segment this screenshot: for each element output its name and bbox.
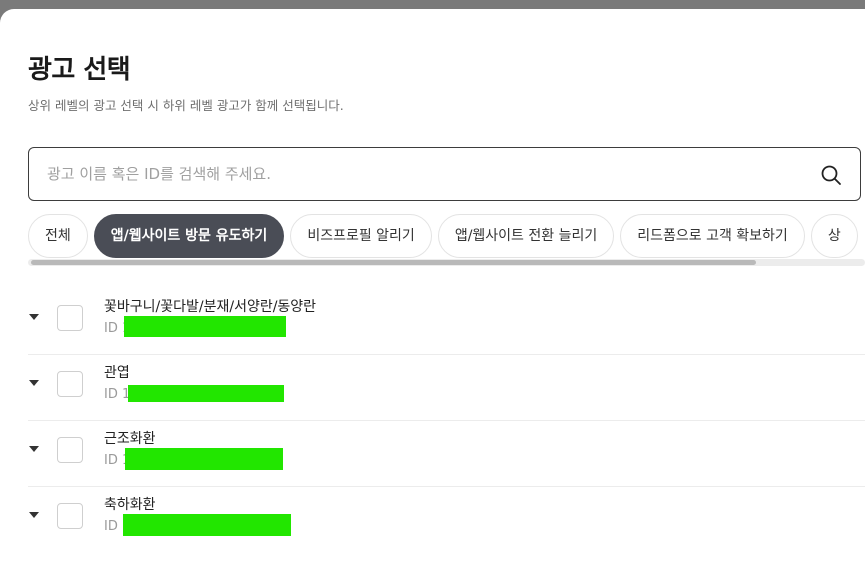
caret-down-icon[interactable] (29, 380, 39, 386)
item-checkbox[interactable] (57, 371, 83, 397)
list-item: 관엽 ID 1 (0, 355, 865, 421)
caret-down-icon[interactable] (29, 314, 39, 320)
list-item: 축하화환 ID (0, 487, 865, 553)
tab-more[interactable]: 상 (810, 214, 858, 258)
modal-title: 광고 선택 (28, 55, 131, 85)
tab-app-web-visit[interactable]: 앱/웹사이트 방문 유도하기 (93, 214, 285, 258)
search-icon[interactable] (820, 164, 842, 186)
item-name: 꽃바구니/꽃다발/분재/서양란/동양란 (104, 299, 317, 315)
item-checkbox[interactable] (57, 503, 83, 529)
tabs-scrollbar-thumb[interactable] (31, 260, 756, 265)
tab-bizprofile[interactable]: 비즈프로필 알리기 (290, 214, 432, 258)
tab-app-web-conversion[interactable]: 앱/웹사이트 전환 늘리기 (437, 214, 615, 258)
item-name: 근조화환 (104, 431, 156, 447)
search-box (28, 147, 861, 201)
ad-select-modal: 광고 선택 상위 레벨의 광고 선택 시 하위 레벨 광고가 함께 선택됩니다.… (0, 9, 865, 564)
item-id: ID (104, 519, 118, 534)
list-item: 꽃바구니/꽃다발/분재/서양란/동양란 ID 1 (0, 289, 865, 355)
modal-subtitle: 상위 레벨의 광고 선택 시 하위 레벨 광고가 함께 선택됩니다. (28, 98, 344, 113)
item-id: ID 1 (104, 387, 131, 402)
tab-all[interactable]: 전체 (28, 214, 88, 258)
list-item: 근조화환 ID 1 (0, 421, 865, 487)
tab-leadform[interactable]: 리드폼으로 고객 확보하기 (620, 214, 805, 258)
redaction-block (125, 448, 283, 470)
item-name: 축하화환 (104, 497, 156, 513)
redaction-block (123, 514, 291, 536)
redaction-block (124, 316, 286, 337)
item-checkbox[interactable] (57, 437, 83, 463)
tabs-scrollbar[interactable] (28, 259, 865, 266)
caret-down-icon[interactable] (29, 446, 39, 452)
search-input[interactable] (47, 148, 807, 200)
item-checkbox[interactable] (57, 305, 83, 331)
item-name: 관엽 (104, 365, 130, 381)
objective-tabs: 전체 앱/웹사이트 방문 유도하기 비즈프로필 알리기 앱/웹사이트 전환 늘리기 리드… (28, 214, 865, 260)
caret-down-icon[interactable] (29, 512, 39, 518)
redaction-block (128, 385, 284, 402)
